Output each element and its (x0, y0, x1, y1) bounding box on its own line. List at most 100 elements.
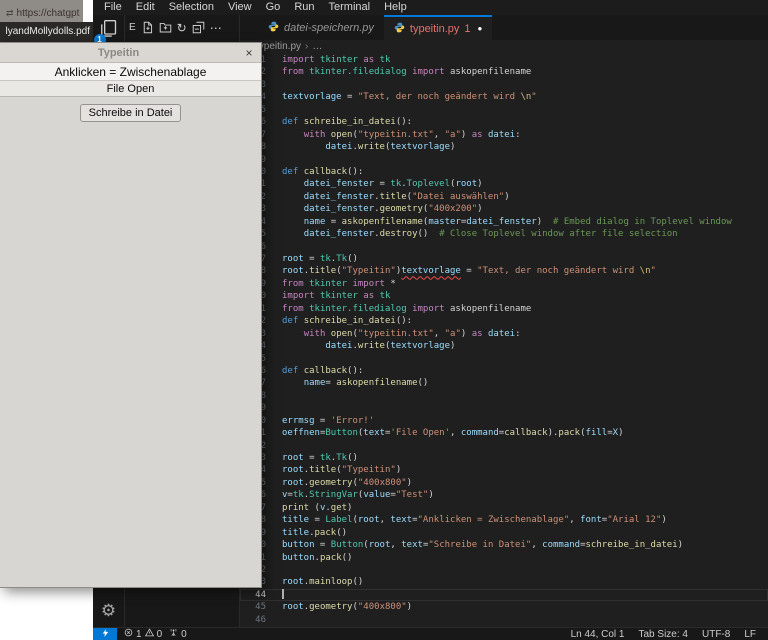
breadcrumb-file[interactable]: typeitin.py (256, 41, 301, 52)
screen: ⇄ https://chatgpt lyandMollydolls.pdf Fil… (0, 0, 768, 640)
tab-size[interactable]: Tab Size: 4 (639, 629, 688, 640)
code-text: from tkinter.filedialog import askopenfi… (282, 303, 532, 314)
ports-indicator[interactable]: 0 (169, 628, 187, 640)
code-text: oeffnen=Button(text='File Open', command… (282, 428, 624, 439)
code-line[interactable]: 38title = Label(root, text="Anklicken = … (240, 514, 768, 526)
code-line[interactable]: 2 from tkinter.filedialog import askopenf… (240, 66, 768, 78)
code-line[interactable]: 3 (240, 79, 768, 91)
code-line[interactable]: 16 (240, 241, 768, 253)
code-line[interactable]: 8 datei.write(textvorlage) (240, 141, 768, 153)
code-line[interactable]: 19from tkinter import * (240, 278, 768, 290)
code-line[interactable]: 43root.mainloop() (240, 576, 768, 588)
code-line[interactable]: 11 datei_fenster = tk.Toplevel(root) (240, 178, 768, 190)
code-line[interactable]: 21from tkinter.filedialog import askopen… (240, 303, 768, 315)
new-file-icon[interactable] (141, 21, 154, 34)
eol-indicator[interactable]: LF (744, 629, 756, 640)
file-open-button[interactable]: File Open (0, 81, 261, 97)
menu-item-selection[interactable]: Selection (162, 0, 221, 15)
refresh-icon[interactable]: ↻ (177, 21, 187, 35)
explorer-title-fragment: E (129, 22, 136, 33)
code-line[interactable]: 35root.geometry("400x800") (240, 477, 768, 489)
code-line[interactable]: 12 datei_fenster.title("Datei auswählen"… (240, 191, 768, 203)
tkinter-window: Typeitin × Anklicken = Zwischenablage Fi… (0, 42, 262, 588)
code-line[interactable]: 29 (240, 402, 768, 414)
code-line[interactable]: 41button.pack() (240, 552, 768, 564)
code-line[interactable]: 37print (v.get) (240, 502, 768, 514)
code-text: button.pack() (282, 552, 353, 563)
code-line[interactable]: 27 name= askopenfilename() (240, 377, 768, 389)
tkinter-window-title: Typeitin (97, 46, 140, 59)
code-line[interactable]: 15 datei_fenster.destroy() # Close Tople… (240, 228, 768, 240)
modified-dot-icon[interactable]: ● (478, 24, 483, 33)
code-line[interactable]: 24 datei.write(textvorlage) (240, 340, 768, 352)
menu-item-edit[interactable]: Edit (129, 0, 162, 15)
schreibe-in-datei-button[interactable]: Schreibe in Datei (79, 104, 182, 122)
breadcrumb-more[interactable]: … (312, 41, 322, 52)
code-text: v=tk.StringVar(value="Test") (282, 490, 434, 501)
code-text: import tkinter as tk (282, 55, 391, 65)
cursor-position[interactable]: Ln 44, Col 1 (571, 629, 625, 640)
code-text: root.title("Typeitin")textvorlage = "Tex… (282, 266, 656, 277)
new-folder-icon[interactable] (159, 21, 172, 34)
code-text: title = Label(root, text="Anklicken = Zw… (282, 515, 667, 526)
code-line[interactable]: 25 (240, 353, 768, 365)
code-line[interactable]: 30errmsg = 'Error!' (240, 415, 768, 427)
collapse-all-icon[interactable] (192, 21, 205, 34)
code-line[interactable]: 17root = tk.Tk() (240, 253, 768, 265)
code-line[interactable]: 14 name = askopenfilename(master=datei_f… (240, 216, 768, 228)
menu-item-run[interactable]: Run (287, 0, 321, 15)
code-line[interactable]: 36v=tk.StringVar(value="Test") (240, 489, 768, 501)
gear-icon[interactable]: ⚙ (101, 601, 116, 621)
problems-indicator[interactable]: 1 0 (124, 628, 162, 640)
encoding[interactable]: UTF-8 (702, 629, 730, 640)
menu-item-terminal[interactable]: Terminal (322, 0, 378, 15)
code-line[interactable]: 13 datei_fenster.geometry("400x200") (240, 203, 768, 215)
menu-item-go[interactable]: Go (259, 0, 288, 15)
code-line[interactable]: 20import tkinter as tk (240, 290, 768, 302)
close-icon[interactable]: × (237, 46, 261, 60)
code-line[interactable]: 9 (240, 154, 768, 166)
remote-indicator[interactable] (93, 627, 117, 640)
tab-datei-speichern[interactable]: datei-speichern.py (258, 15, 384, 40)
code-line[interactable]: 1 import tkinter as tk (240, 54, 768, 66)
code-line[interactable]: 44 (240, 589, 768, 601)
code-line[interactable]: 42 (240, 564, 768, 576)
code-line[interactable]: 28 (240, 390, 768, 402)
code-line[interactable]: 26def callback(): (240, 365, 768, 377)
code-line[interactable]: 10def callback(): (240, 166, 768, 178)
code-text: textvorlage = "Text, der noch geändert w… (282, 92, 537, 103)
status-bar-right: Ln 44, Col 1 Tab Size: 4 UTF-8 LF (571, 629, 768, 640)
code-text: button = Button(root, text="Schreibe in … (282, 540, 684, 551)
code-line[interactable]: 5 (240, 104, 768, 116)
code-line[interactable]: 46 (240, 614, 768, 626)
code-line[interactable]: 4 textvorlage = "Text, der noch geändert … (240, 91, 768, 103)
menu-item-file[interactable]: File (97, 0, 129, 15)
browser-url-tooltip: ⇄ https://chatgpt (0, 0, 83, 22)
code-text: def callback(): (282, 166, 364, 177)
warning-icon (144, 628, 154, 640)
code-line[interactable]: 31oeffnen=Button(text='File Open', comma… (240, 427, 768, 439)
tkinter-titlebar[interactable]: Typeitin × (0, 43, 261, 63)
code-line[interactable]: 33root = tk.Tk() (240, 452, 768, 464)
tab-typeitin[interactable]: typeitin.py 1 ● (383, 15, 493, 40)
code-line[interactable]: 23 with open("typeitin.txt", "a") as dat… (240, 328, 768, 340)
status-bar: 1 0 0 Ln 44, Col 1 Tab Size: 4 UTF-8 LF (93, 627, 768, 640)
more-actions-icon[interactable]: ⋯ (210, 21, 222, 35)
menu-item-help[interactable]: Help (377, 0, 414, 15)
code-line[interactable]: 40button = Button(root, text="Schreibe i… (240, 539, 768, 551)
code-line[interactable]: 7 with open("typeitin.txt", "a") as date… (240, 129, 768, 141)
code-line[interactable]: 32 (240, 440, 768, 452)
code-line[interactable]: 22def schreibe_in_datei(): (240, 315, 768, 327)
code-line[interactable]: 34root.title("Typeitin") (240, 464, 768, 476)
browser-pdf-tab[interactable]: lyandMollydolls.pdf (0, 22, 93, 42)
explorer-activity-button[interactable]: 1 (93, 18, 120, 46)
breadcrumb[interactable]: typeitin.py ›… (240, 40, 768, 54)
code-line[interactable]: 18root.title("Typeitin")textvorlage = "T… (240, 265, 768, 277)
code-line[interactable]: 39title.pack() (240, 527, 768, 539)
code-line[interactable]: 6 def schreibe_in_datei(): (240, 116, 768, 128)
code-line[interactable]: 45 root.geometry("400x800") (240, 601, 768, 613)
menu-item-view[interactable]: View (221, 0, 259, 15)
